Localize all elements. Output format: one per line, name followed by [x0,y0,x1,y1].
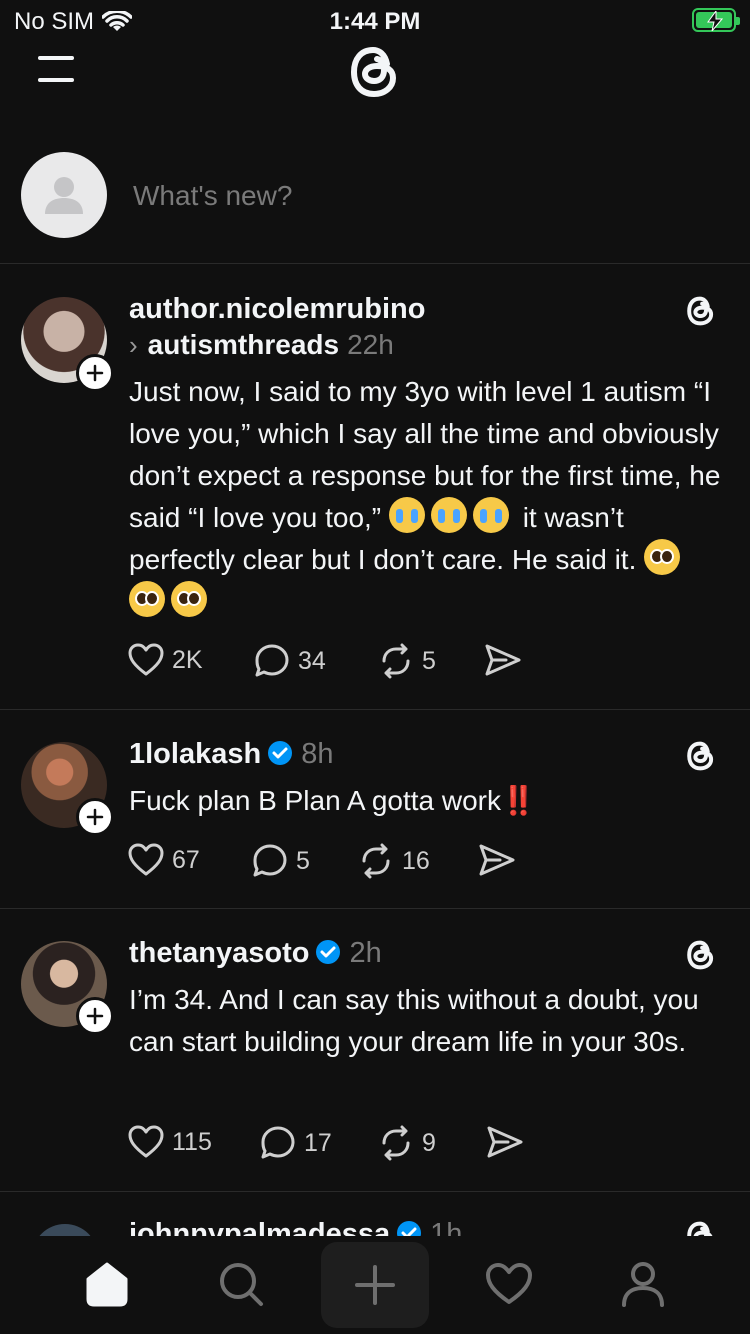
comment-icon [253,844,287,877]
repost-button[interactable]: 16 [358,843,430,879]
chevron-right-icon: › [129,330,138,360]
comment-icon [255,644,289,677]
comment-count: 5 [296,846,310,875]
crying-emoji-icon [388,497,425,533]
follow-plus-icon[interactable] [76,354,114,392]
repost-icon [382,643,410,679]
reply-button[interactable]: 5 [252,843,310,879]
post[interactable]: thetanyasoto 2h I’m 34. And I can say thi… [0,909,750,1192]
home-icon [86,1262,128,1307]
heart-icon [128,1125,164,1158]
post-username[interactable]: author.nicolemrubino [129,293,425,326]
nav-home[interactable] [79,1256,135,1312]
post-text: Just now, I said to my 3yo with level 1 … [129,376,721,533]
crying-emoji-icon [430,497,467,533]
like-count: 67 [172,845,200,874]
pleading-emoji-icon [644,539,681,575]
user-avatar[interactable] [21,152,107,238]
verified-badge-icon [268,741,293,765]
share-button[interactable] [486,1125,524,1159]
bottom-nav [0,1236,750,1334]
post[interactable]: 1lolakash 8h Fuck plan B Plan A gotta wor… [0,710,750,909]
post-actions: 67 5 16 [128,843,728,883]
send-icon [487,1126,523,1158]
verified-badge-icon [316,940,341,964]
threads-badge-icon [687,296,714,326]
threads-badge-icon [687,1221,713,1236]
nav-activity[interactable] [481,1256,537,1312]
status-time: 1:44 PM [329,8,421,35]
post-time: 8h [301,738,334,770]
repost-button[interactable]: 9 [378,1125,436,1161]
post-username[interactable]: johnnypalmadessa [129,1218,390,1236]
repost-icon [382,1125,410,1161]
like-count: 2K [172,645,203,674]
author-avatar[interactable] [32,1224,98,1236]
post-username[interactable]: 1lolakash [129,738,261,770]
composer-placeholder[interactable]: What's new? [133,180,292,212]
reply-button[interactable]: 34 [254,643,326,679]
share-button[interactable] [484,643,522,677]
threads-badge-icon [687,940,714,970]
like-button[interactable]: 2K [128,643,203,677]
search-icon [220,1263,263,1306]
hamburger-icon[interactable] [38,54,74,84]
send-icon [485,644,521,676]
status-bar: No SIM 1:44 PM [0,0,750,40]
threads-badge-icon [687,741,714,771]
verified-badge-icon [397,1221,422,1236]
nav-create[interactable] [321,1242,429,1328]
crying-emoji-icon [472,497,509,533]
post-actions: 115 17 9 [128,1125,728,1165]
post-header: 1lolakash 8h [129,738,333,771]
heart-icon [486,1263,532,1304]
default-avatar-icon [45,177,83,214]
follow-plus-icon[interactable] [76,798,114,836]
like-button[interactable]: 115 [128,1125,212,1159]
profile-icon [622,1262,664,1307]
follow-plus-icon[interactable] [76,997,114,1035]
community-name[interactable]: autismthreads [148,329,339,360]
comment-count: 34 [298,646,326,675]
share-button[interactable] [478,843,516,877]
post[interactable]: author.nicolemrubino › autismthreads 22h J… [0,265,750,710]
community-tag[interactable]: › autismthreads 22h [129,329,394,361]
pleading-emoji-icon [171,581,207,617]
repost-button[interactable]: 5 [378,643,436,679]
post-body: Fuck plan B Plan A gotta work‼️ [129,780,724,822]
post-text: Fuck plan B Plan A gotta work [129,785,501,816]
double-exclamation-emoji: ‼️ [500,785,536,816]
comment-count: 17 [304,1128,332,1157]
composer[interactable]: What's new? [0,152,750,264]
app-header [0,40,750,110]
post-username[interactable]: thetanyasoto [129,937,309,969]
plus-icon [355,1265,395,1305]
post-header: thetanyasoto 2h [129,937,382,970]
heart-icon [128,643,164,676]
post-body: Just now, I said to my 3yo with level 1 … [129,371,724,623]
post-time: 22h [347,329,394,360]
nav-profile[interactable] [615,1256,671,1312]
pleading-emoji-icon [129,581,165,617]
send-icon [479,844,515,876]
post-time: 1h [430,1218,463,1236]
repost-count: 16 [402,846,430,875]
repost-icon [362,843,390,879]
post-actions: 2K 34 5 [128,643,728,683]
post-body: I’m 34. And I can say this without a dou… [129,984,699,1057]
post-time: 2h [349,937,382,969]
comment-icon [261,1126,295,1159]
heart-icon [128,843,164,876]
like-count: 115 [172,1127,212,1156]
post-peek[interactable]: johnnypalmadessa 1h [0,1192,750,1236]
repost-count: 5 [422,646,436,675]
threads-logo[interactable] [343,40,407,104]
like-button[interactable]: 67 [128,843,200,877]
nav-search[interactable] [213,1256,269,1312]
battery-icon [692,8,740,32]
post-header: johnnypalmadessa 1h [129,1218,462,1236]
repost-count: 9 [422,1128,436,1157]
reply-button[interactable]: 17 [260,1125,332,1161]
